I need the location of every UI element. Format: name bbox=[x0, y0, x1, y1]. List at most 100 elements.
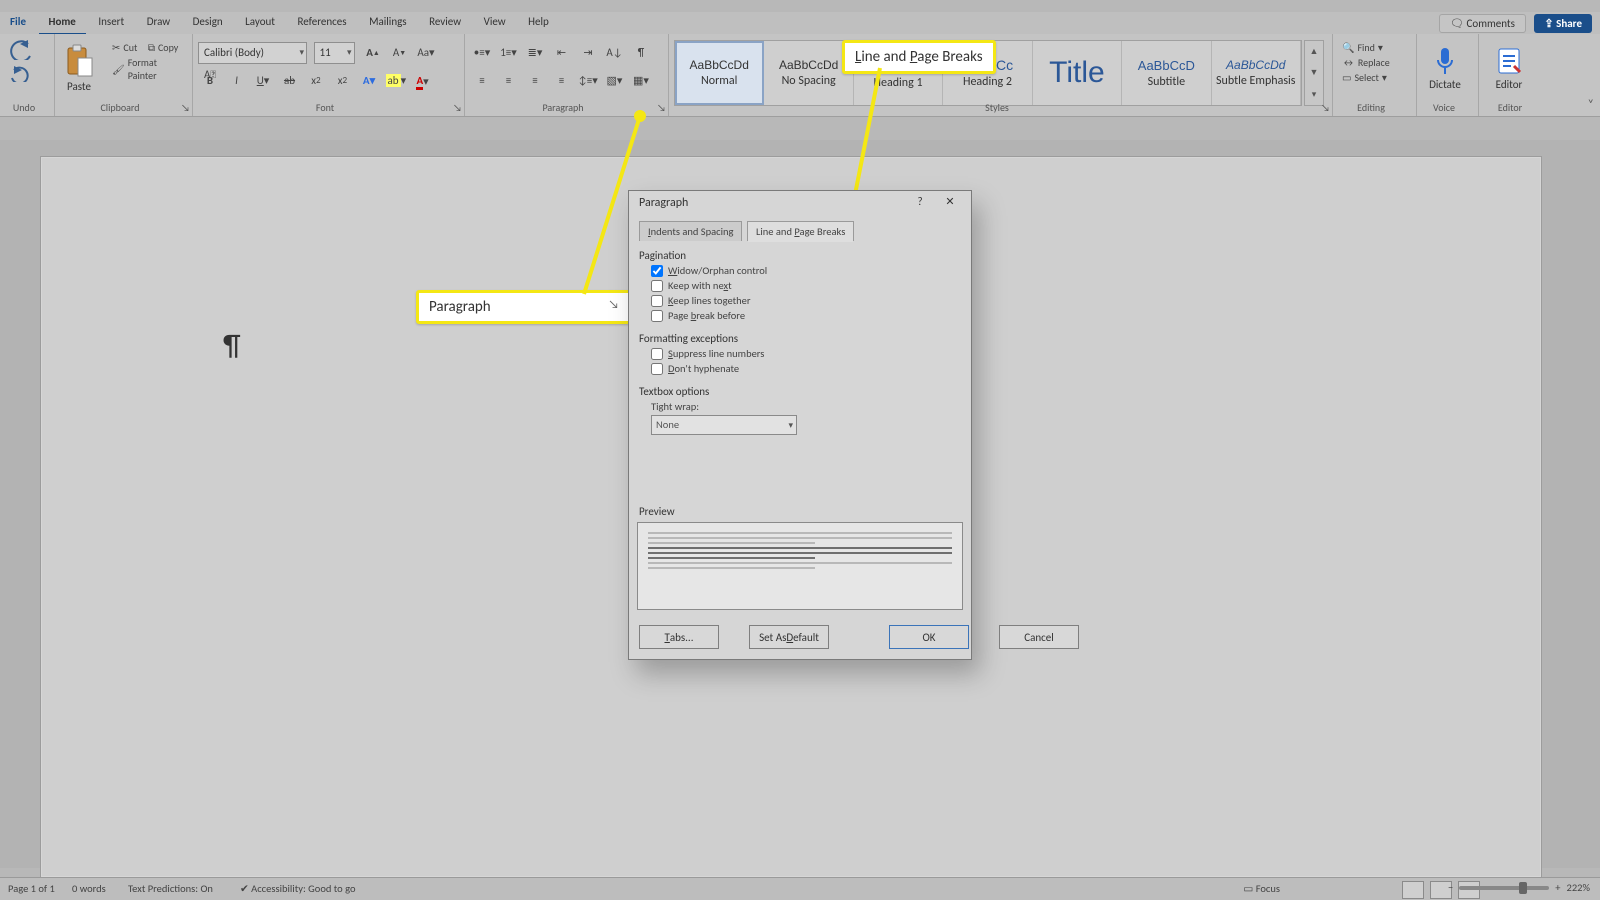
status-accessibility[interactable]: ✔ Accessibility: Good to go bbox=[240, 882, 356, 895]
tab-file[interactable]: File bbox=[0, 12, 36, 33]
cut-button[interactable]: ✂Cut bbox=[108, 40, 141, 55]
text-effects-button[interactable]: A▾ bbox=[357, 70, 381, 90]
tab-mailings[interactable]: Mailings bbox=[359, 12, 417, 33]
style-subtle-emphasis[interactable]: AaBbCcDdSubtle Emphasis bbox=[1212, 41, 1301, 105]
styles-launcher[interactable]: ↘ bbox=[1321, 101, 1330, 114]
decrease-indent-button[interactable]: ⇤ bbox=[550, 42, 574, 62]
status-predictions[interactable]: Text Predictions: On bbox=[128, 882, 213, 895]
tab-view[interactable]: View bbox=[474, 12, 516, 33]
chk-widow-orphan-input[interactable] bbox=[651, 265, 663, 277]
chk-dont-hyphenate[interactable]: Don't hyphenate bbox=[651, 362, 963, 375]
redo-button[interactable] bbox=[10, 66, 32, 85]
font-size-combo[interactable]: 11 bbox=[314, 42, 355, 64]
grow-font-button[interactable]: A▲ bbox=[361, 43, 385, 63]
numbering-button[interactable]: 1≡▾ bbox=[497, 42, 521, 62]
tab-review[interactable]: Review bbox=[419, 12, 471, 33]
font-launcher[interactable]: ↘ bbox=[453, 101, 462, 114]
clipboard-launcher[interactable]: ↘ bbox=[181, 101, 190, 114]
zoom-out-button[interactable]: − bbox=[1448, 881, 1453, 894]
ribbon-collapse-button[interactable]: ˅ bbox=[1588, 98, 1594, 112]
copy-button[interactable]: ⧉Copy bbox=[144, 40, 182, 55]
share-button[interactable]: ⇪ Share bbox=[1534, 14, 1592, 33]
chk-widow-orphan[interactable]: Widow/Orphan control bbox=[651, 264, 963, 277]
bullets-button[interactable]: •≡▾ bbox=[470, 42, 494, 62]
tab-layout[interactable]: Layout bbox=[235, 12, 285, 33]
style-no-spacing[interactable]: AaBbCcDdNo Spacing bbox=[764, 41, 853, 105]
justify-button[interactable]: ≡ bbox=[550, 70, 574, 90]
paragraph-launcher[interactable]: ↘ bbox=[657, 101, 666, 114]
font-color-button[interactable]: A▾ bbox=[411, 72, 435, 92]
chk-suppress-line-numbers-input[interactable] bbox=[651, 348, 663, 360]
style-heading-1-label: Heading 1 bbox=[874, 76, 923, 90]
ok-button[interactable]: OK bbox=[889, 625, 969, 649]
zoom-slider[interactable] bbox=[1459, 886, 1549, 890]
tab-help[interactable]: Help bbox=[518, 12, 559, 33]
style-subtitle[interactable]: AaBbCcDSubtitle bbox=[1122, 41, 1211, 105]
chk-suppress-line-numbers[interactable]: Suppress line numbers bbox=[651, 347, 963, 360]
dialog-close-button[interactable]: ✕ bbox=[937, 195, 963, 215]
select-button[interactable]: ▭Select ▾ bbox=[1338, 70, 1391, 85]
multilevel-button[interactable]: ≣▾ bbox=[523, 42, 547, 62]
format-painter-button[interactable]: 🖌Format Painter bbox=[108, 55, 192, 83]
increase-indent-button[interactable]: ⇥ bbox=[576, 42, 600, 62]
shading-button[interactable]: ▧▾ bbox=[603, 70, 627, 90]
editor-button[interactable]: Editor bbox=[1486, 38, 1532, 98]
tab-references[interactable]: References bbox=[287, 12, 356, 33]
highlight-button[interactable]: ab▾ bbox=[384, 70, 409, 90]
show-marks-button[interactable]: ¶ bbox=[629, 42, 653, 62]
tight-wrap-combo[interactable]: None bbox=[651, 415, 797, 435]
status-bar: Page 1 of 1 0 words Text Predictions: On… bbox=[0, 877, 1600, 900]
style-title[interactable]: Title bbox=[1033, 41, 1122, 105]
styles-gallery-more[interactable]: ▲▼▾ bbox=[1304, 40, 1324, 106]
chk-page-break-before-input[interactable] bbox=[651, 310, 663, 322]
chk-dont-hyphenate-input[interactable] bbox=[651, 363, 663, 375]
chk-keep-lines-together-input[interactable] bbox=[651, 295, 663, 307]
status-words[interactable]: 0 words bbox=[72, 882, 106, 895]
borders-button[interactable]: ▦▾ bbox=[629, 70, 653, 90]
tab-home[interactable]: Home bbox=[39, 12, 86, 35]
sort-button[interactable]: A↓ bbox=[603, 42, 627, 62]
voice-group-label: Voice bbox=[1416, 101, 1472, 114]
paste-button[interactable]: Paste bbox=[56, 38, 102, 98]
align-right-button[interactable]: ≡ bbox=[523, 70, 547, 90]
tab-line-page-breaks[interactable]: Line and Page Breaks bbox=[747, 221, 854, 241]
cancel-button[interactable]: Cancel bbox=[999, 625, 1079, 649]
zoom-in-button[interactable]: + bbox=[1555, 881, 1560, 894]
shrink-font-button[interactable]: A▼ bbox=[388, 43, 412, 63]
chk-keep-with-next[interactable]: Keep with next bbox=[651, 279, 963, 292]
tab-design[interactable]: Design bbox=[183, 12, 233, 33]
undo-button[interactable] bbox=[8, 40, 36, 63]
dialog-help-button[interactable]: ? bbox=[909, 195, 931, 215]
chk-keep-with-next-input[interactable] bbox=[651, 280, 663, 292]
change-case-button[interactable]: Aa▾ bbox=[414, 43, 438, 63]
status-focus[interactable]: ▭ Focus bbox=[1243, 882, 1280, 895]
chk-keep-lines-together[interactable]: Keep lines together bbox=[651, 294, 963, 307]
tab-indents-spacing[interactable]: Indents and Spacing bbox=[639, 221, 742, 241]
chk-page-break-before[interactable]: Page break before bbox=[651, 309, 963, 322]
status-page[interactable]: Page 1 of 1 bbox=[8, 882, 55, 895]
view-read-mode[interactable] bbox=[1402, 881, 1424, 899]
font-name-combo[interactable]: Calibri (Body) bbox=[198, 42, 307, 64]
superscript-button[interactable]: x2 bbox=[331, 70, 355, 90]
tab-insert[interactable]: Insert bbox=[88, 12, 134, 33]
set-default-button[interactable]: Set As Default bbox=[749, 625, 829, 649]
line-spacing-button[interactable]: ↕≡▾ bbox=[576, 70, 600, 90]
find-button[interactable]: 🔍Find ▾ bbox=[1338, 40, 1387, 55]
style-subtitle-label: Subtitle bbox=[1148, 75, 1186, 89]
replace-button[interactable]: ↔Replace bbox=[1338, 55, 1394, 70]
style-normal[interactable]: AaBbCcDdNormal bbox=[675, 41, 764, 105]
subscript-button[interactable]: x2 bbox=[304, 70, 328, 90]
comments-button[interactable]: 🗨 Comments bbox=[1439, 14, 1526, 33]
underline-button[interactable]: U▾ bbox=[251, 70, 275, 90]
bold-button[interactable]: B bbox=[198, 70, 222, 90]
italic-button[interactable]: I bbox=[225, 70, 249, 90]
zoom-value[interactable]: 222% bbox=[1567, 881, 1590, 894]
tab-draw[interactable]: Draw bbox=[137, 12, 180, 33]
strikethrough-button[interactable]: ab bbox=[278, 70, 302, 90]
align-left-button[interactable]: ≡ bbox=[470, 70, 494, 90]
group-paragraph: •≡▾ 1≡▾ ≣▾ ⇤ ⇥ A↓ ¶ ≡ ≡ ≡ ≡ ↕≡▾ ▧▾ ▦▾ Pa… bbox=[464, 34, 669, 116]
dictate-button[interactable]: Dictate bbox=[1422, 38, 1468, 98]
align-center-button[interactable]: ≡ bbox=[497, 70, 521, 90]
dialog-buttons: Tabs... Set As Default OK Cancel bbox=[639, 625, 961, 649]
tabs-button[interactable]: Tabs... bbox=[639, 625, 719, 649]
